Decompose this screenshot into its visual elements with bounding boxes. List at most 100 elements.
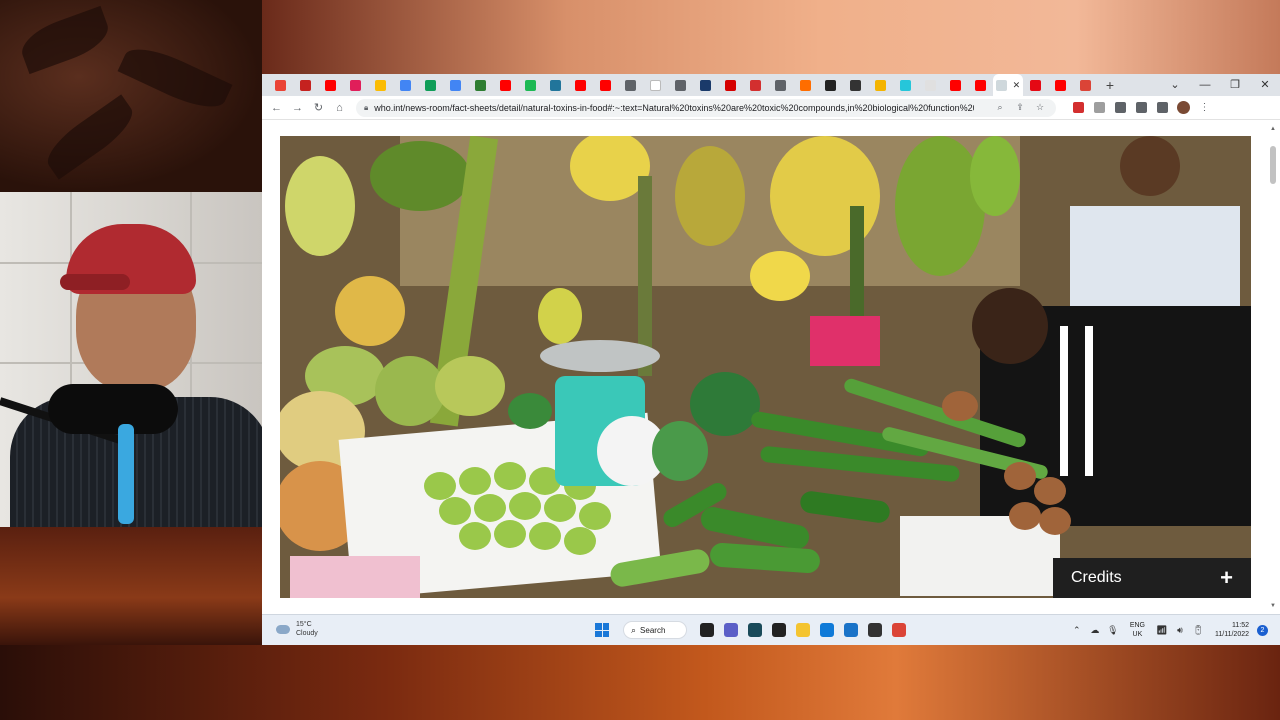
profile-avatar[interactable]	[1173, 96, 1194, 120]
lock-icon[interactable]: 🔒︎	[364, 103, 368, 113]
tab-close-icon[interactable]: ✕	[1013, 80, 1021, 90]
bookmark-star-icon[interactable]: ☆	[1030, 102, 1050, 113]
market-photo-illustration	[280, 136, 1251, 598]
task-view-icon[interactable]	[695, 619, 719, 641]
puzzle-icon[interactable]	[1110, 96, 1131, 120]
browser-tab[interactable]	[968, 74, 993, 96]
chrome-icon[interactable]	[887, 619, 911, 641]
browser-tab[interactable]	[1023, 74, 1048, 96]
gmail-icon	[300, 79, 311, 91]
edge-icon[interactable]	[815, 619, 839, 641]
browser-tab[interactable]	[343, 74, 368, 96]
folder-icon[interactable]	[791, 619, 815, 641]
microphone	[48, 384, 178, 434]
browser-tab[interactable]	[768, 74, 793, 96]
browser-tab[interactable]	[468, 74, 493, 96]
playlist-icon[interactable]	[1131, 96, 1152, 120]
app-square-icon[interactable]	[743, 619, 767, 641]
browser-tab[interactable]	[743, 74, 768, 96]
browser-tab[interactable]	[818, 74, 843, 96]
microphone-tray-icon[interactable]: 🎙︎	[1104, 625, 1122, 636]
docs-icon	[450, 79, 461, 91]
browser-tab[interactable]	[518, 74, 543, 96]
close-window-button[interactable]: ✕	[1250, 74, 1280, 96]
store-icon[interactable]	[839, 619, 863, 641]
wifi-icon[interactable]: 📶︎	[1153, 625, 1171, 636]
system-tray: ⌃ ☁︎ 🎙︎ ENG UK 📶︎ 🔊︎ 🔋︎ 11:52 11/11/2022…	[1068, 619, 1268, 641]
url-text[interactable]: who.int/news-room/fact-sheets/detail/nat…	[374, 103, 974, 113]
home-button[interactable]: ⌂	[329, 96, 350, 120]
scroll-thumb[interactable]	[1270, 146, 1276, 184]
browser-menu-icon[interactable]: ⋮	[1194, 96, 1215, 120]
browser-tab[interactable]	[868, 74, 893, 96]
reload-button[interactable]: ↻	[308, 96, 329, 120]
scroll-down-arrow-icon[interactable]: ▼	[1269, 603, 1277, 609]
background-foliage	[0, 0, 262, 192]
browser-tab[interactable]	[568, 74, 593, 96]
battery-icon[interactable]: 🔋︎	[1189, 625, 1207, 636]
active-tab[interactable]: ✕	[993, 74, 1023, 96]
credits-bar[interactable]: Credits +	[1053, 558, 1251, 598]
browser-tab[interactable]	[918, 74, 943, 96]
browser-tab[interactable]	[718, 74, 743, 96]
minimize-button[interactable]: —	[1190, 74, 1220, 96]
red-extension-icon[interactable]	[1068, 96, 1089, 120]
clock-time: 11:52	[1232, 622, 1249, 629]
system-clock[interactable]: 11:52 11/11/2022	[1215, 621, 1249, 639]
docs-icon	[400, 79, 411, 91]
browser-tab[interactable]	[1073, 74, 1098, 96]
weather-widget[interactable]: 15°C Cloudy	[276, 620, 318, 638]
taskbar-search[interactable]: ⌕ Search	[623, 621, 687, 639]
browser-tab[interactable]	[1048, 74, 1073, 96]
spotify-icon	[525, 79, 536, 91]
new-tab-button[interactable]: +	[1098, 74, 1122, 96]
puzzle-icon-glyph	[1115, 102, 1126, 113]
volume-icon[interactable]: 🔊︎	[1171, 625, 1189, 636]
teams-icon[interactable]	[719, 619, 743, 641]
keyboard-region: UK	[1132, 631, 1143, 638]
onedrive-icon[interactable]: ☁︎	[1086, 625, 1104, 636]
windows-start-icon[interactable]	[595, 623, 609, 637]
news-icon	[825, 79, 836, 91]
share-icon[interactable]: ⇪	[1010, 102, 1030, 113]
browser-tab[interactable]	[793, 74, 818, 96]
page-scrollbar[interactable]: ▲ ▼	[1269, 126, 1277, 609]
browser-tab[interactable]	[843, 74, 868, 96]
sidebar-icon[interactable]	[1152, 96, 1173, 120]
cloud-extension-icon[interactable]	[1089, 96, 1110, 120]
address-bar[interactable]: 🔒︎ who.int/news-room/fact-sheets/detail/…	[356, 98, 1056, 117]
browser-tab[interactable]	[493, 74, 518, 96]
app-red-dot-icon[interactable]	[767, 619, 791, 641]
browser-tab[interactable]	[368, 74, 393, 96]
browser-tab[interactable]	[693, 74, 718, 96]
browser-tab[interactable]	[293, 74, 318, 96]
browser-tab[interactable]	[593, 74, 618, 96]
browser-tab[interactable]	[618, 74, 643, 96]
browser-tab[interactable]	[668, 74, 693, 96]
browser-tab[interactable]	[643, 74, 668, 96]
tab-search-icon[interactable]: ⌄	[1160, 74, 1190, 96]
language-indicator[interactable]: ENG UK	[1130, 621, 1145, 639]
back-button[interactable]: ←	[266, 96, 287, 120]
forward-button[interactable]: →	[287, 96, 308, 120]
tray-overflow-chevron-icon[interactable]: ⌃	[1068, 625, 1086, 636]
browser-tab[interactable]	[893, 74, 918, 96]
notification-badge[interactable]: 2	[1257, 624, 1268, 636]
browser-tab[interactable]	[543, 74, 568, 96]
maximize-button[interactable]: ❐	[1220, 74, 1250, 96]
scroll-up-arrow-icon[interactable]: ▲	[1269, 126, 1277, 132]
browser-tab[interactable]	[418, 74, 443, 96]
browser-tab[interactable]	[943, 74, 968, 96]
credits-expand-icon[interactable]: +	[1220, 567, 1233, 589]
youtube-icon	[325, 79, 336, 91]
zoom-icon[interactable]: ⌕	[990, 102, 1010, 113]
browser-tab[interactable]	[318, 74, 343, 96]
slack-icon	[350, 79, 361, 91]
dell-icon[interactable]	[863, 619, 887, 641]
microphone-cable	[118, 424, 134, 524]
browser-tab[interactable]	[268, 74, 293, 96]
browser-tab[interactable]	[393, 74, 418, 96]
address-bar-icons: ⌕ ⇪ ☆	[990, 99, 1050, 117]
browser-tab[interactable]	[443, 74, 468, 96]
leaf-shape	[15, 5, 115, 75]
